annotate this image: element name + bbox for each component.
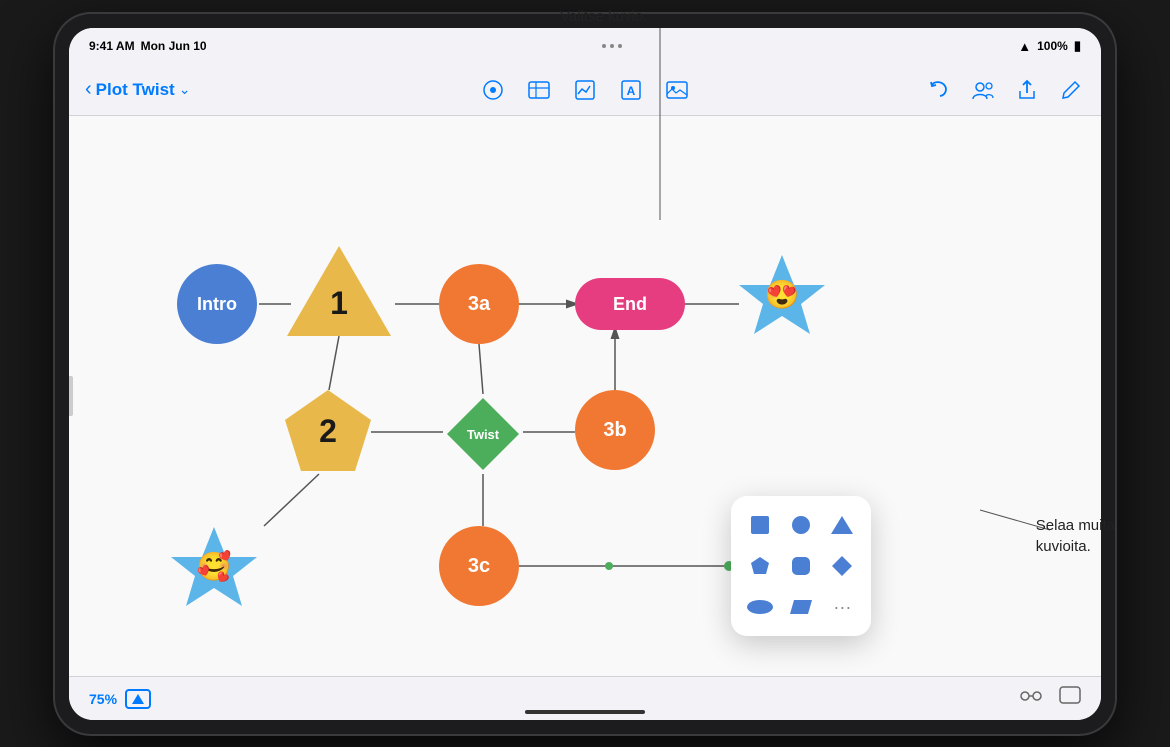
shape-diamond-twist[interactable] xyxy=(443,394,523,474)
picker-pentagon[interactable] xyxy=(741,547,778,584)
text-tool-icon[interactable]: A xyxy=(617,76,645,104)
shape-intro[interactable]: Intro xyxy=(177,264,257,344)
share-icon[interactable] xyxy=(1013,76,1041,104)
status-dot1 xyxy=(602,44,606,48)
shape-tool-icon[interactable] xyxy=(479,76,507,104)
undo-icon[interactable] xyxy=(925,76,953,104)
table-tool-icon[interactable] xyxy=(525,76,553,104)
battery-percent: 100% xyxy=(1037,39,1068,53)
svg-text:A: A xyxy=(627,84,636,98)
status-dot3 xyxy=(618,44,622,48)
arrange-icon[interactable] xyxy=(1019,686,1043,712)
bottom-right-icons xyxy=(1019,686,1081,712)
battery-icon: ▮ xyxy=(1074,38,1081,54)
title-dropdown-icon[interactable]: ⌄ xyxy=(179,81,191,98)
shape-pentagon2[interactable] xyxy=(283,386,373,476)
status-time: 9:41 AM xyxy=(89,39,135,53)
zoom-value: 75% xyxy=(89,691,117,707)
wifi-icon: ▲ xyxy=(1018,39,1031,54)
picker-parallelogram[interactable] xyxy=(782,589,819,626)
shape-3a[interactable]: 3a xyxy=(439,264,519,344)
shape-3c[interactable]: 3c xyxy=(439,526,519,606)
edit-icon[interactable] xyxy=(1057,76,1085,104)
picker-triangle[interactable] xyxy=(824,506,861,543)
picker-more[interactable]: ··· xyxy=(824,589,861,626)
picker-circle[interactable] xyxy=(782,506,819,543)
document-title: Plot Twist xyxy=(96,80,175,100)
media-tool-icon[interactable] xyxy=(663,76,691,104)
zoom-badge xyxy=(125,689,151,709)
shape-end[interactable]: End xyxy=(575,278,685,330)
home-indicator xyxy=(525,710,645,714)
status-bar: 9:41 AM Mon Jun 10 ▲ 100% ▮ xyxy=(69,28,1101,64)
chart-tool-icon[interactable] xyxy=(571,76,599,104)
shape-star-right[interactable]: 😍 xyxy=(737,250,827,340)
toolbar: ‹ Plot Twist ⌄ A xyxy=(69,64,1101,116)
canvas-area[interactable]: Intro 1 3a End xyxy=(69,116,1101,676)
side-handle xyxy=(69,376,73,416)
shape-picker-popup[interactable]: ··· xyxy=(731,496,871,636)
zoom-control[interactable]: 75% xyxy=(89,689,151,709)
status-date: Mon Jun 10 xyxy=(141,39,207,53)
picker-rounded-square[interactable] xyxy=(782,547,819,584)
collab-icon[interactable] xyxy=(969,76,997,104)
picker-square[interactable] xyxy=(741,506,778,543)
shape-triangle1-label: 1 xyxy=(287,246,391,336)
picker-diamond[interactable] xyxy=(824,547,861,584)
shape-star-left[interactable]: 🥰 xyxy=(169,522,259,612)
shape-3b[interactable]: 3b xyxy=(575,390,655,470)
annotation-selaa-muita: Selaa muita kuvioita. xyxy=(1036,515,1115,557)
view-icon[interactable] xyxy=(1059,686,1081,712)
picker-oval[interactable] xyxy=(741,589,778,626)
back-chevron-icon: ‹ xyxy=(85,78,92,101)
status-dot2 xyxy=(610,44,614,48)
back-button[interactable]: ‹ Plot Twist ⌄ xyxy=(85,78,190,101)
annotation-valitse-kuvio: Valitse kuvio. xyxy=(560,8,647,25)
